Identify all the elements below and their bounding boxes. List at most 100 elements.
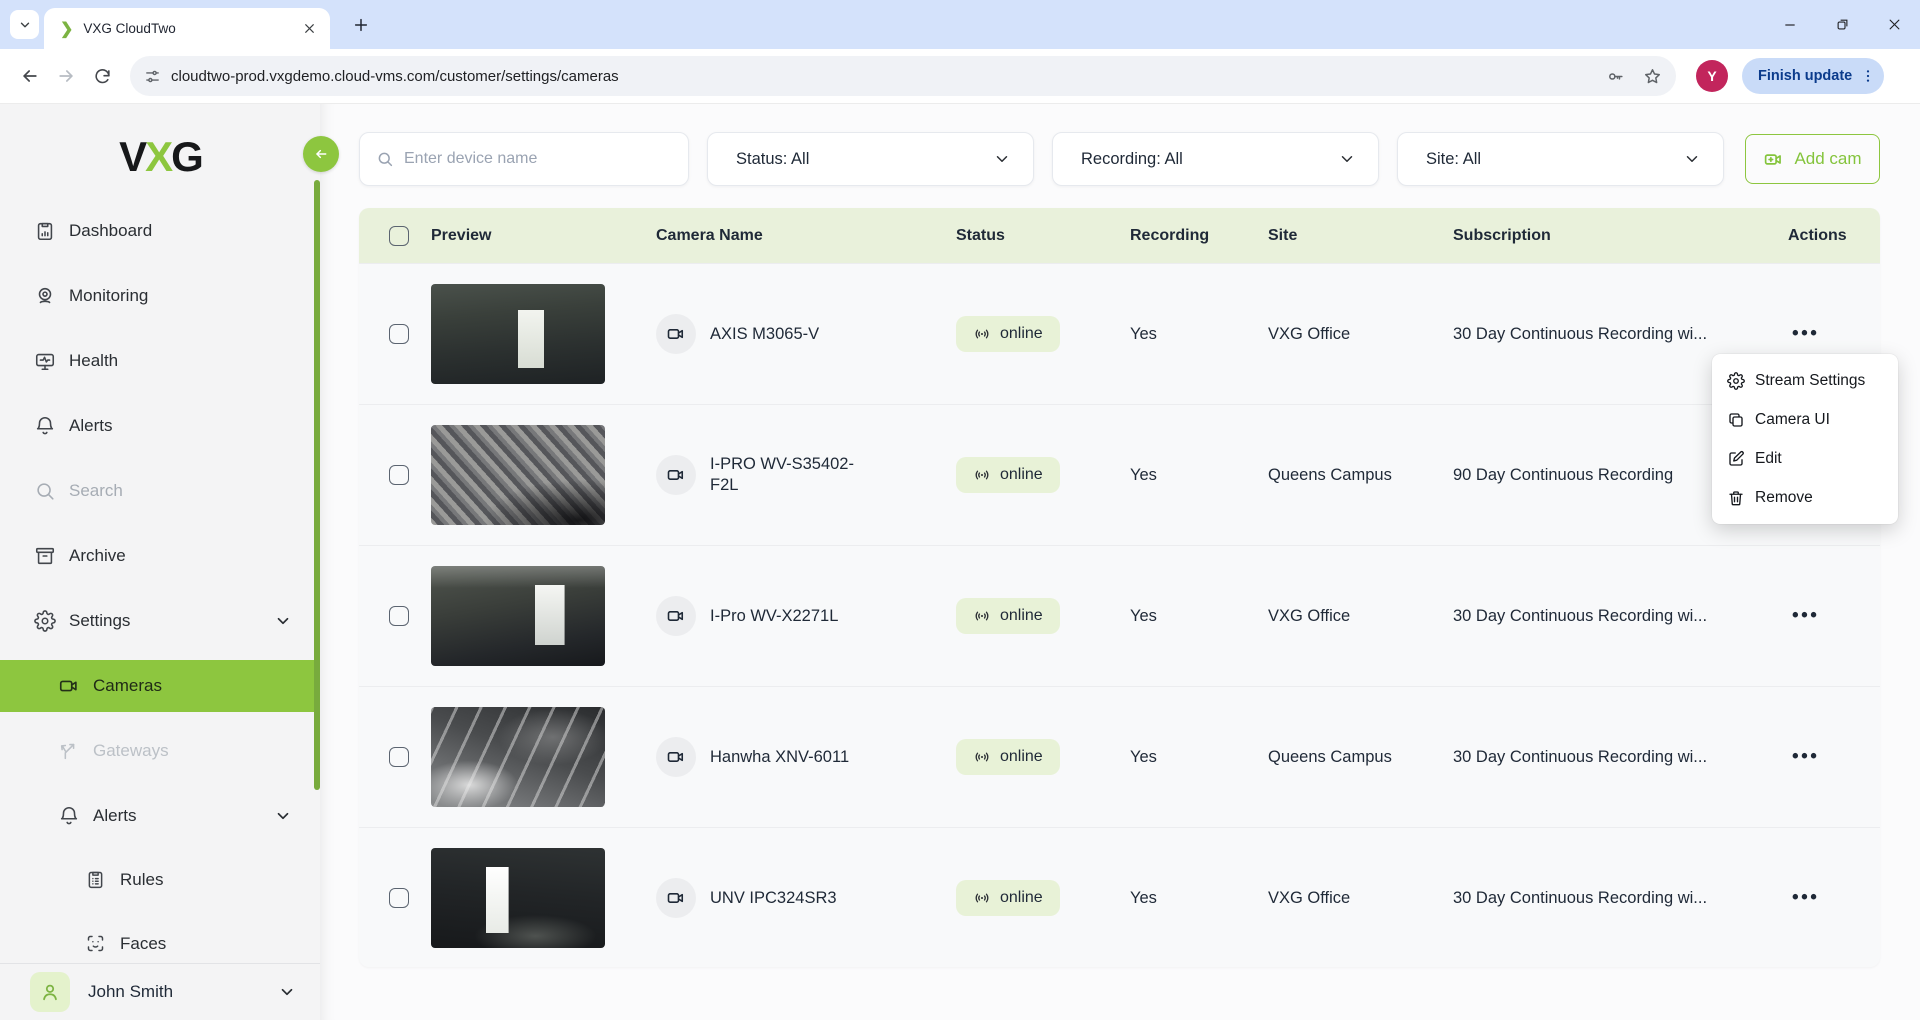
device-search-input[interactable] bbox=[404, 150, 672, 168]
new-tab-button[interactable] bbox=[348, 12, 374, 38]
column-header-camera-name: Camera Name bbox=[656, 227, 956, 245]
sidebar-item-label: Archive bbox=[69, 546, 126, 566]
sidebar-item-monitoring[interactable]: Monitoring bbox=[0, 263, 320, 328]
camera-thumbnail[interactable] bbox=[431, 425, 605, 525]
menu-item-edit[interactable]: Edit bbox=[1712, 439, 1898, 478]
trash-icon bbox=[1727, 489, 1745, 507]
url-text[interactable]: cloudtwo-prod.vxgdemo.cloud-vms.com/cust… bbox=[171, 68, 1588, 85]
table-header-row: Preview Camera Name Status Recording Sit… bbox=[359, 208, 1880, 263]
user-name: John Smith bbox=[88, 982, 173, 1002]
row-actions-button[interactable]: ••• bbox=[1788, 746, 1819, 767]
main-content: Status: All Recording: All Site: All bbox=[320, 104, 1920, 1020]
camera-icon bbox=[656, 455, 696, 495]
sidebar-item-alerts-sub[interactable]: Alerts bbox=[0, 783, 320, 848]
row-actions-button[interactable]: ••• bbox=[1788, 605, 1819, 626]
health-monitor-icon bbox=[34, 350, 56, 372]
sidebar-item-label: Cameras bbox=[93, 676, 162, 696]
sidebar-item-health[interactable]: Health bbox=[0, 328, 320, 393]
overlapping-windows-icon bbox=[1727, 411, 1745, 429]
sidebar-item-gateways[interactable]: Gateways bbox=[0, 718, 320, 783]
chevron-down-icon bbox=[278, 983, 296, 1001]
archive-icon bbox=[34, 545, 56, 567]
finish-update-button[interactable]: Finish update bbox=[1742, 58, 1884, 94]
status-badge: online bbox=[956, 316, 1060, 352]
menu-item-label: Stream Settings bbox=[1755, 372, 1865, 390]
sidebar-item-label: Rules bbox=[120, 870, 163, 890]
password-key-icon[interactable] bbox=[1606, 67, 1625, 86]
logo-v: V bbox=[119, 133, 144, 181]
status-filter-dropdown[interactable]: Status: All bbox=[707, 132, 1034, 186]
row-checkbox[interactable] bbox=[389, 324, 409, 344]
profile-avatar[interactable]: Y bbox=[1696, 60, 1728, 92]
browser-tab[interactable]: ❯ VXG CloudTwo bbox=[44, 8, 330, 49]
camera-thumbnail[interactable] bbox=[431, 707, 605, 807]
webcam-icon bbox=[34, 285, 56, 307]
window-controls bbox=[1764, 0, 1920, 49]
sidebar-item-dashboard[interactable]: Dashboard bbox=[0, 198, 320, 263]
add-camera-button[interactable]: Add cam bbox=[1745, 134, 1880, 184]
site-filter-dropdown[interactable]: Site: All bbox=[1397, 132, 1724, 186]
reload-button[interactable] bbox=[84, 58, 120, 94]
tab-close-icon[interactable] bbox=[300, 20, 318, 38]
sidebar-item-label: Dashboard bbox=[69, 221, 152, 241]
sidebar-scrollbar[interactable] bbox=[314, 180, 320, 790]
logo-x: X bbox=[145, 133, 170, 181]
camera-icon bbox=[656, 878, 696, 918]
sidebar-item-label: Search bbox=[69, 481, 123, 501]
select-all-checkbox[interactable] bbox=[389, 226, 409, 246]
row-checkbox[interactable] bbox=[389, 888, 409, 908]
sidebar-item-rules[interactable]: Rules bbox=[0, 848, 320, 912]
menu-item-remove[interactable]: Remove bbox=[1712, 478, 1898, 517]
window-minimize-button[interactable] bbox=[1764, 0, 1816, 49]
table-row: UNV IPC324SR3 online Yes VXG Office 30 D… bbox=[359, 827, 1880, 967]
row-actions-button[interactable]: ••• bbox=[1788, 323, 1819, 344]
camera-thumbnail[interactable] bbox=[431, 284, 605, 384]
browser-tab-strip: ❯ VXG CloudTwo bbox=[0, 0, 1920, 49]
user-menu[interactable]: John Smith bbox=[0, 963, 320, 1020]
bookmark-star-icon[interactable] bbox=[1643, 67, 1662, 86]
sidebar-item-alerts[interactable]: Alerts bbox=[0, 393, 320, 458]
sidebar-item-cameras[interactable]: Cameras bbox=[0, 660, 320, 712]
camera-thumbnail[interactable] bbox=[431, 848, 605, 948]
sidebar-item-settings[interactable]: Settings bbox=[0, 588, 320, 653]
broadcast-icon bbox=[973, 607, 991, 625]
sidebar-item-archive[interactable]: Archive bbox=[0, 523, 320, 588]
sidebar: VXG Dashboard Monitoring Health bbox=[0, 104, 320, 1020]
back-button[interactable] bbox=[12, 58, 48, 94]
browser-menu-kebab-icon[interactable] bbox=[1860, 68, 1876, 84]
sidebar-collapse-button[interactable] bbox=[303, 136, 339, 172]
site-value: VXG Office bbox=[1268, 607, 1350, 625]
sidebar-item-label: Gateways bbox=[93, 741, 169, 761]
row-actions-button[interactable]: ••• bbox=[1788, 887, 1819, 908]
camera-icon bbox=[656, 314, 696, 354]
chevron-down-icon bbox=[274, 807, 292, 825]
recording-filter-dropdown[interactable]: Recording: All bbox=[1052, 132, 1379, 186]
camera-thumbnail[interactable] bbox=[431, 566, 605, 666]
row-checkbox[interactable] bbox=[389, 465, 409, 485]
sidebar-item-label: Settings bbox=[69, 611, 130, 631]
status-badge: online bbox=[956, 598, 1060, 634]
recording-filter-value: Recording: All bbox=[1081, 150, 1183, 169]
subscription-value: 30 Day Continuous Recording wi... bbox=[1453, 889, 1788, 908]
window-close-button[interactable] bbox=[1868, 0, 1920, 49]
vxg-favicon-icon: ❯ bbox=[60, 19, 73, 39]
camera-name: Hanwha XNV-6011 bbox=[710, 747, 849, 768]
status-filter-value: Status: All bbox=[736, 150, 809, 169]
menu-item-stream-settings[interactable]: Stream Settings bbox=[1712, 361, 1898, 400]
chevron-down-icon bbox=[18, 18, 32, 32]
sidebar-item-search[interactable]: Search bbox=[0, 458, 320, 523]
status-text: online bbox=[1000, 607, 1043, 625]
window-restore-button[interactable] bbox=[1816, 0, 1868, 49]
menu-item-camera-ui[interactable]: Camera UI bbox=[1712, 400, 1898, 439]
row-checkbox[interactable] bbox=[389, 606, 409, 626]
site-settings-icon[interactable] bbox=[144, 68, 161, 85]
site-value: VXG Office bbox=[1268, 889, 1350, 907]
subscription-value: 30 Day Continuous Recording wi... bbox=[1453, 748, 1788, 767]
camera-icon bbox=[58, 675, 80, 697]
forward-button[interactable] bbox=[48, 58, 84, 94]
device-search-field[interactable] bbox=[359, 132, 689, 186]
address-bar[interactable]: cloudtwo-prod.vxgdemo.cloud-vms.com/cust… bbox=[130, 56, 1676, 96]
row-checkbox[interactable] bbox=[389, 747, 409, 767]
camera-name: I-Pro WV-X2271L bbox=[710, 606, 838, 627]
tab-search-button[interactable] bbox=[10, 10, 39, 39]
